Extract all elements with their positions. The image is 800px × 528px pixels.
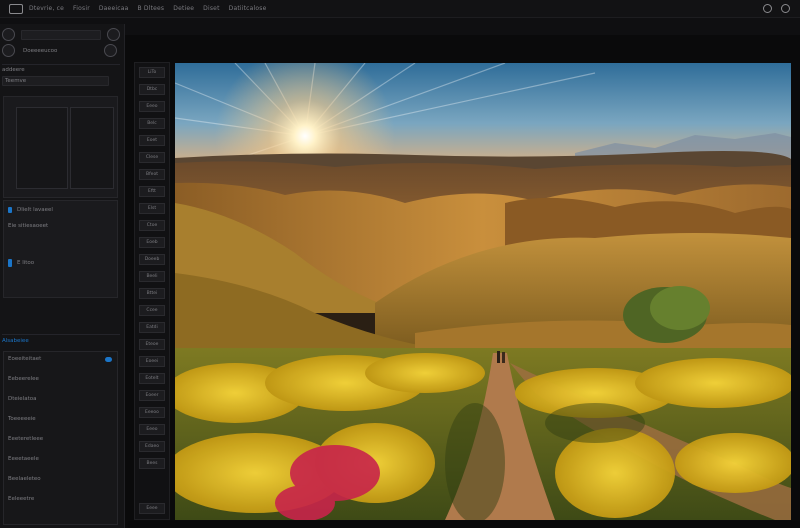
list-item-label: Eebeerelee (8, 376, 39, 382)
add-icon[interactable] (107, 28, 120, 41)
list-item-label: Dteielatoa (8, 396, 37, 402)
list-item-label: Eeleeetre (8, 496, 35, 502)
list-item-label: Eeeteretleee (8, 436, 44, 442)
filmstrip-thumb[interactable]: Eoeb (139, 237, 165, 248)
section-title: Dlielt lavaeel (17, 207, 53, 213)
list-item[interactable]: Eoeeiteitaet (8, 356, 112, 362)
filmstrip-thumb[interactable]: Eteoe (139, 339, 165, 350)
list-item[interactable]: Eeeteretleee (8, 436, 112, 442)
filmstrip-thumb[interactable]: Bttei (139, 288, 165, 299)
app-logo-icon[interactable] (9, 3, 23, 14)
status-row: Teemve (2, 76, 120, 86)
layer-label: E litoo (17, 260, 35, 266)
menu-item-3[interactable]: Daeeicaa (99, 5, 129, 12)
menu-item-1[interactable]: Dtevrie, ce (29, 5, 64, 12)
filmstrip-thumb[interactable]: Eoet (139, 135, 165, 146)
filmstrip-thumb[interactable]: Eftt (139, 186, 165, 197)
filmstrip-thumb[interactable]: Eotelt (139, 373, 165, 384)
settings-icon[interactable] (763, 4, 772, 13)
list-item-label: Beelaeleteo (8, 476, 41, 482)
left-panel: Doeeeeucoo addeere Teemve Dlielt lavaeel… (0, 24, 125, 528)
list-item-label: Toeeeeeie (8, 416, 36, 422)
menu-item-5[interactable]: Detiee (173, 5, 194, 12)
list-item[interactable]: Eebeerelee (8, 376, 112, 382)
filmstrip-thumb[interactable]: Beeli (139, 271, 165, 282)
menu-item-2[interactable]: Fiosir (73, 5, 90, 12)
filmstrip-thumb[interactable]: Ccee (139, 305, 165, 316)
list-item-label: Eeeetaeele (8, 456, 39, 462)
filmstrip-thumb[interactable]: Eatdi (139, 322, 165, 333)
list-item[interactable]: Toeeeeeie (8, 416, 112, 422)
enable-toggle[interactable] (105, 356, 112, 362)
list-item-label: Eoeeiteitaet (8, 356, 42, 362)
section-subtitle: Eie sitiesaoeet (8, 223, 49, 229)
status-field[interactable]: Teemve (2, 76, 109, 86)
menu-item-7[interactable]: Datiitcalose (229, 5, 267, 12)
layer-color-icon (8, 207, 12, 213)
panel-header-row (2, 28, 120, 41)
back-icon[interactable] (2, 28, 15, 41)
filmstrip-thumb[interactable]: Belc (139, 118, 165, 129)
group-row: Alsabeiee (2, 334, 120, 344)
filmstrip-thumb[interactable]: Eeeoo (139, 407, 165, 418)
filmstrip-thumb[interactable]: Elst (139, 203, 165, 214)
layer-row[interactable]: E litoo (8, 259, 112, 267)
filmstrip-thumb[interactable]: Clese (139, 152, 165, 163)
filmstrip-thumb[interactable]: LiTo (139, 67, 165, 78)
histogram-box-right (70, 107, 114, 189)
list-item[interactable]: Eeleeetre (8, 496, 112, 502)
adjustments-list: Eoeeiteitaet Eebeerelee Dteielatoa Toeee… (3, 351, 118, 525)
menu-item-6[interactable]: Diset (203, 5, 219, 12)
filmstrip-thumb[interactable]: Dtbc (139, 84, 165, 95)
filmstrip-thumb[interactable]: Edaeo (139, 441, 165, 452)
menu-bar: Dtevrie, ce Fiosir Daeeicaa B Dltees Det… (0, 0, 800, 18)
section-sub-row: Eie sitiesaoeet (8, 223, 112, 229)
filmstrip-thumb[interactable]: Eoeer (139, 390, 165, 401)
preset-field[interactable] (21, 29, 101, 40)
filmstrip-thumb[interactable]: Ctoe (139, 220, 165, 231)
panel-title-row: Doeeeeucoo (2, 44, 120, 57)
list-item[interactable]: Dteielatoa (8, 396, 112, 402)
histogram-box-left (16, 107, 68, 189)
eye-icon[interactable] (104, 44, 117, 57)
window-controls (763, 4, 790, 13)
histogram-section (3, 96, 118, 198)
list-item[interactable]: Beelaeleteo (8, 476, 112, 482)
filmstrip-footer: Eeee (139, 503, 165, 514)
menu-item-4[interactable]: B Dltees (137, 5, 164, 12)
filmstrip-thumb[interactable]: Eeeo (139, 101, 165, 112)
layers-section: Dlielt lavaeel Eie sitiesaoeet E litoo (3, 200, 118, 298)
tab-status: Teemve (5, 78, 27, 84)
filmstrip-thumb[interactable]: Eeeo (139, 424, 165, 435)
filmstrip-thumb[interactable]: Bees (139, 458, 165, 469)
filmstrip: LiTo Dtbc Eeeo Belc Eoet Clese Bfeot Eftt Elst Ct… (134, 62, 170, 520)
status-bar (128, 521, 800, 528)
user-icon[interactable] (781, 4, 790, 13)
tab-label[interactable]: addeere (2, 67, 25, 73)
filmstrip-thumb[interactable]: Doeeb (139, 254, 165, 265)
filmstrip-thumb[interactable]: Eoeei (139, 356, 165, 367)
folder-icon[interactable] (2, 44, 15, 57)
landscape-photo (175, 63, 791, 520)
filmstrip-thumb[interactable]: Bfeot (139, 169, 165, 180)
group-label: Alsabeiee (2, 338, 29, 344)
tab-row: addeere (2, 64, 120, 73)
layer-thumb-icon (8, 259, 12, 267)
section-title-row: Dlielt lavaeel (8, 207, 112, 213)
panel-header-label: Doeeeeucoo (23, 47, 58, 54)
image-canvas[interactable] (175, 63, 791, 520)
list-item[interactable]: Eeeetaeele (8, 456, 112, 462)
